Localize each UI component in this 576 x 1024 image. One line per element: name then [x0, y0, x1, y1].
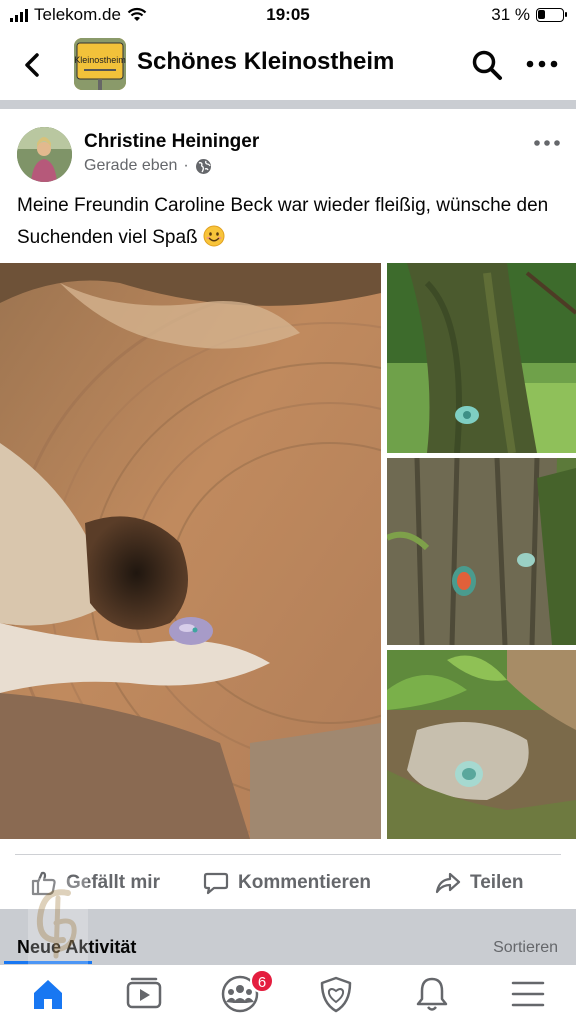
- smiling-face-emoji: [203, 225, 225, 247]
- post-text: Meine Freundin Caroline Beck war wieder …: [17, 190, 562, 254]
- status-bar: Telekom.de 19:05 31 %: [0, 0, 576, 30]
- author-avatar[interactable]: [17, 127, 72, 182]
- back-arrow-icon[interactable]: [18, 50, 48, 80]
- search-icon[interactable]: [470, 48, 504, 82]
- share-button[interactable]: Teilen: [434, 866, 524, 900]
- video-icon[interactable]: [124, 975, 164, 1013]
- post-time[interactable]: Gerade eben: [84, 157, 177, 175]
- post-options-icon[interactable]: [532, 134, 562, 152]
- groups-badge: 6: [250, 969, 274, 993]
- thumb-sign-text: Kleinostheim: [74, 55, 126, 65]
- share-icon: [435, 872, 461, 894]
- globe-icon: [195, 158, 211, 174]
- actions-divider: [15, 854, 561, 855]
- bell-icon[interactable]: [412, 975, 452, 1013]
- battery-icon: [536, 8, 567, 22]
- monogram-watermark: [28, 878, 88, 970]
- share-label: Teilen: [470, 872, 524, 893]
- group-header: Kleinostheim Schönes Kleinostheim: [0, 30, 576, 100]
- post-photo-forest-floor[interactable]: [387, 650, 576, 839]
- more-options-icon[interactable]: [524, 50, 560, 78]
- post-photo-tree-trunk-1[interactable]: [387, 263, 576, 453]
- bottom-tab-bar: 6: [0, 965, 576, 1024]
- home-icon[interactable]: [28, 975, 68, 1013]
- battery-percent: 31 %: [491, 5, 530, 24]
- post-meta: Gerade eben ·: [84, 157, 212, 175]
- comment-label: Kommentieren: [238, 872, 372, 893]
- post-photo-tree-stump[interactable]: [0, 263, 381, 839]
- group-thumbnail[interactable]: Kleinostheim: [74, 38, 126, 90]
- shield-icon[interactable]: [316, 975, 356, 1013]
- sort-button[interactable]: Sortieren: [493, 939, 558, 957]
- author-name[interactable]: Christine Heininger: [84, 131, 259, 153]
- post-photo-tree-trunk-2[interactable]: [387, 458, 576, 645]
- group-title[interactable]: Schönes Kleinostheim: [137, 48, 394, 76]
- battery-group: 31 %: [491, 5, 567, 25]
- clock: 19:05: [266, 5, 310, 24]
- comment-icon: [203, 872, 229, 895]
- comment-button[interactable]: Kommentieren: [202, 866, 371, 900]
- menu-icon[interactable]: [508, 975, 548, 1013]
- header-divider: [0, 100, 576, 109]
- post-body: Meine Freundin Caroline Beck war wieder …: [17, 195, 549, 248]
